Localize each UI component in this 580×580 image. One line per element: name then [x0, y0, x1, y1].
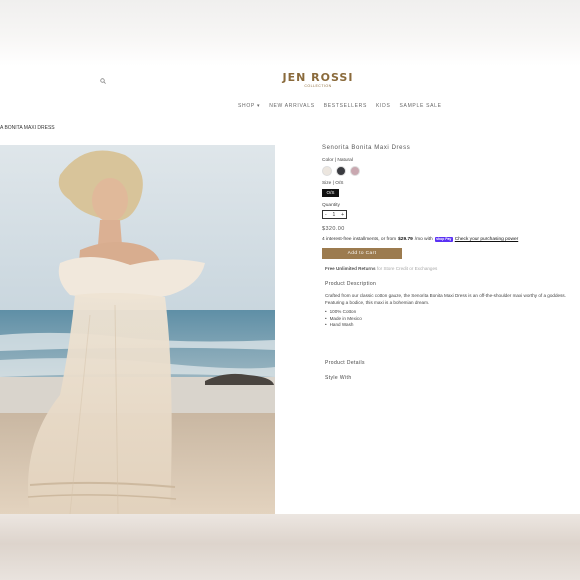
quantity-value[interactable]: 1 — [332, 212, 335, 218]
search-icon[interactable] — [100, 78, 106, 84]
product-details-heading[interactable]: Product Details — [325, 360, 365, 366]
product-price: $320.00 — [322, 226, 345, 232]
nav-item-shop[interactable]: SHOP ▾ — [238, 103, 260, 109]
color-swatches — [322, 166, 360, 176]
nav-item-new-arrivals[interactable]: NEW ARRIVALS — [269, 103, 315, 109]
bullet-item: 100% Cotton — [325, 309, 362, 316]
quantity-decrement-button[interactable]: - — [325, 212, 327, 218]
quantity-label: Quantity — [322, 203, 340, 208]
product-title: Senorita Bonita Maxi Dress — [322, 145, 411, 151]
site-logo[interactable]: JEN ROSSI COLLECTION — [250, 72, 386, 89]
logo-main-text: JEN ROSSI — [282, 71, 354, 84]
style-with-heading[interactable]: Style With — [325, 375, 352, 381]
installments-suffix: /mo with — [414, 237, 433, 242]
returns-rest: for Store Credit or Exchanges — [376, 266, 438, 271]
bullet-item: Hand Wash — [325, 322, 362, 329]
size-option-os[interactable]: O/S — [322, 189, 339, 197]
quantity-increment-button[interactable]: + — [341, 212, 344, 218]
returns-note: Free Unlimited Returns for Store Credit … — [325, 266, 437, 271]
shop-pay-badge: shop Pay — [434, 237, 453, 242]
beach-photo-illustration — [0, 145, 275, 514]
installments-info: 4 interest-free installments, or from $2… — [322, 237, 518, 242]
swatch-pink[interactable] — [350, 166, 360, 176]
installments-prefix: 4 interest-free installments, or from — [322, 237, 397, 242]
color-label: Color | Natural — [322, 158, 353, 163]
purchasing-power-link[interactable]: Check your purchasing power — [455, 237, 518, 242]
nav-item-sample-sale[interactable]: SAMPLE SALE — [400, 103, 442, 109]
main-nav: SHOP ▾ NEW ARRIVALS BESTSELLERS KIDS SAM… — [238, 102, 442, 110]
nav-item-bestsellers[interactable]: BESTSELLERS — [324, 103, 367, 109]
installments-amount: $29.79 — [398, 237, 413, 242]
breadcrumb[interactable]: A BONITA MAXI DRESS — [0, 125, 55, 131]
logo-sub-text: COLLECTION — [304, 84, 332, 88]
product-bullets: 100% Cotton Made in Mexico Hand Wash — [325, 309, 362, 329]
swatch-natural[interactable] — [322, 166, 332, 176]
returns-bold: Free Unlimited Returns — [325, 266, 376, 271]
bullet-item: Made in Mexico — [325, 316, 362, 323]
product-description-heading[interactable]: Product Description — [325, 281, 376, 287]
size-label: Size | O/S — [322, 181, 344, 186]
bottom-fade — [0, 514, 580, 580]
quantity-stepper: - 1 + — [322, 210, 347, 219]
add-to-cart-button[interactable]: Add to Cart — [322, 248, 402, 259]
nav-item-kids[interactable]: KIDS — [376, 103, 390, 109]
product-description-text: Crafted from our classic cotton gauze, t… — [325, 293, 566, 305]
product-photo[interactable] — [0, 145, 275, 514]
swatch-dark[interactable] — [336, 166, 346, 176]
top-fade — [0, 0, 580, 66]
